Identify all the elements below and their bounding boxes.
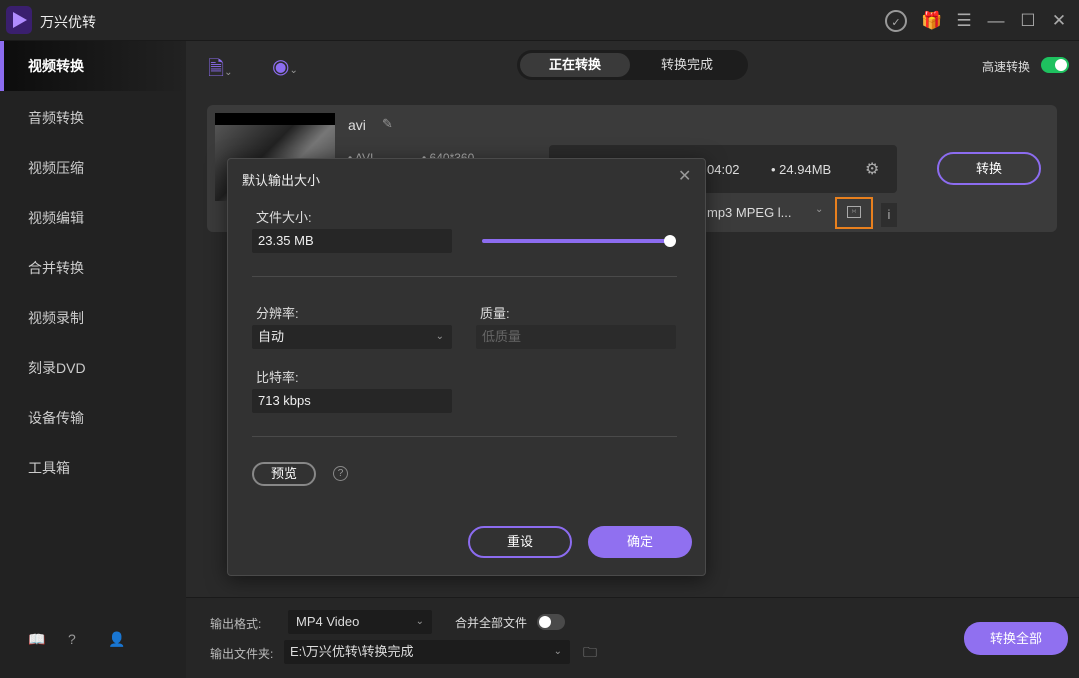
output-format-select[interactable]: mp3 MPEG l... <box>707 205 792 220</box>
help-icon[interactable]: ? <box>68 631 76 647</box>
quality-label: 质量: <box>480 306 510 321</box>
help-icon[interactable]: ? <box>333 466 348 481</box>
divider <box>252 276 677 277</box>
settings-gear-icon[interactable]: ⚙ <box>865 159 879 179</box>
chevron-down-icon[interactable]: ⌄ <box>815 204 823 215</box>
title-bar: 万兴优转 ✓ 🎁 ☰ — ☐ ✕ <box>0 0 1079 41</box>
output-folder-dropdown[interactable]: E:\万兴优转\转换完成 ⌄ <box>284 640 570 664</box>
user-icon[interactable]: 👤 <box>108 631 125 648</box>
output-folder-value: E:\万兴优转\转换完成 <box>290 644 414 659</box>
compress-settings-button[interactable]: ›‹ <box>835 197 873 229</box>
chevron-down-icon: ⌄ <box>435 331 444 342</box>
fast-convert-toggle[interactable] <box>1041 57 1069 73</box>
sidebar-item-merge[interactable]: 合并转换 <box>0 243 186 293</box>
add-disc-icon[interactable]: ◉⌄ <box>272 54 298 79</box>
sidebar-item-audio-convert[interactable]: 音频转换 <box>0 93 186 143</box>
output-folder-label: 输出文件夹: <box>210 647 274 661</box>
app-logo-icon <box>6 6 32 34</box>
output-format-dropdown[interactable]: MP4 Video ⌄ <box>288 610 432 634</box>
file-name: avi <box>348 117 366 133</box>
preview-button[interactable]: 预览 <box>252 462 316 486</box>
convert-all-button[interactable]: 转换全部 <box>964 622 1068 655</box>
chevron-down-icon: ⌄ <box>553 646 562 657</box>
bitrate-input[interactable]: 713 kbps <box>252 389 452 413</box>
menu-icon[interactable]: ☰ <box>953 10 975 32</box>
resolution-select[interactable]: 自动 ⌄ <box>252 325 452 349</box>
sidebar-item-video-convert[interactable]: 视频转换 <box>0 41 186 91</box>
sidebar: 视频转换 音频转换 视频压缩 视频编辑 合并转换 视频录制 刻录DVD 设备传输… <box>0 41 186 678</box>
account-icon[interactable]: ✓ <box>885 10 907 32</box>
sidebar-item-record[interactable]: 视频录制 <box>0 293 186 343</box>
output-duration: 04:02 <box>707 162 740 177</box>
output-format-value: MP4 Video <box>296 614 360 629</box>
minimize-icon[interactable]: — <box>985 10 1007 32</box>
output-size-value: 24.94MB <box>779 162 832 177</box>
dialog-title: 默认输出大小 <box>242 173 321 188</box>
merge-toggle[interactable] <box>537 614 565 630</box>
output-size: • 24.94MB <box>771 162 832 177</box>
tab-finished[interactable]: 转换完成 <box>632 53 742 77</box>
book-icon[interactable]: 📖 <box>28 631 45 648</box>
folder-icon[interactable]: 🗀 <box>583 642 597 666</box>
slider-handle[interactable] <box>664 235 676 247</box>
bitrate-label: 比特率: <box>256 370 299 385</box>
resolution-value: 自动 <box>258 329 285 344</box>
file-size-label: 文件大小: <box>256 210 312 225</box>
file-size-input[interactable]: 23.35 MB <box>252 229 452 253</box>
divider <box>252 436 677 437</box>
output-size-dialog: 默认输出大小 ✕ 文件大小: 23.35 MB 分辨率: 自动 ⌄ 质量: 低质量… <box>227 158 706 576</box>
sidebar-item-video-edit[interactable]: 视频编辑 <box>0 193 186 243</box>
add-file-icon[interactable]: 🗎⌄ <box>208 54 232 88</box>
file-size-slider[interactable] <box>482 239 670 243</box>
ok-button[interactable]: 确定 <box>588 526 692 558</box>
sidebar-item-dvd[interactable]: 刻录DVD <box>0 343 186 393</box>
convert-button[interactable]: 转换 <box>937 152 1041 185</box>
fast-convert-label: 高速转换 <box>982 60 1031 74</box>
output-format-label: 输出格式: <box>210 617 262 631</box>
sidebar-item-toolbox[interactable]: 工具箱 <box>0 443 186 493</box>
tab-bar: 正在转换 转换完成 <box>517 50 748 80</box>
sidebar-item-video-compress[interactable]: 视频压缩 <box>0 143 186 193</box>
merge-label: 合并全部文件 <box>455 616 528 630</box>
sidebar-item-device[interactable]: 设备传输 <box>0 393 186 443</box>
close-icon[interactable]: ✕ <box>1048 10 1070 32</box>
chevron-down-icon: ⌄ <box>415 616 424 627</box>
quality-select[interactable]: 低质量 <box>476 325 676 349</box>
reset-button[interactable]: 重设 <box>468 526 572 558</box>
gift-icon[interactable]: 🎁 <box>921 10 943 32</box>
compress-icon: ›‹ <box>847 206 861 218</box>
bottom-bar: 输出格式: MP4 Video ⌄ 合并全部文件 输出文件夹: E:\万兴优转\转… <box>186 597 1079 678</box>
info-icon[interactable]: i <box>881 203 897 227</box>
tab-converting[interactable]: 正在转换 <box>520 53 630 77</box>
resolution-label: 分辨率: <box>256 306 299 321</box>
edit-name-icon[interactable]: ✎ <box>382 116 393 132</box>
app-title: 万兴优转 <box>40 14 96 30</box>
maximize-icon[interactable]: ☐ <box>1017 10 1039 32</box>
dialog-close-icon[interactable]: ✕ <box>678 166 691 186</box>
